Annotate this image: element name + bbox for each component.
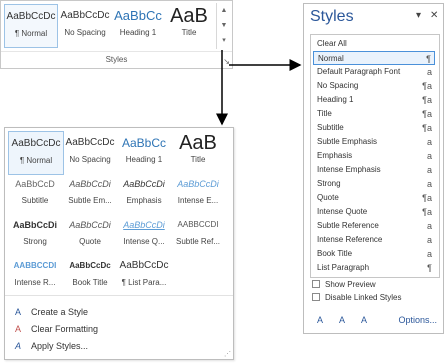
connector-arrows [216,50,302,126]
